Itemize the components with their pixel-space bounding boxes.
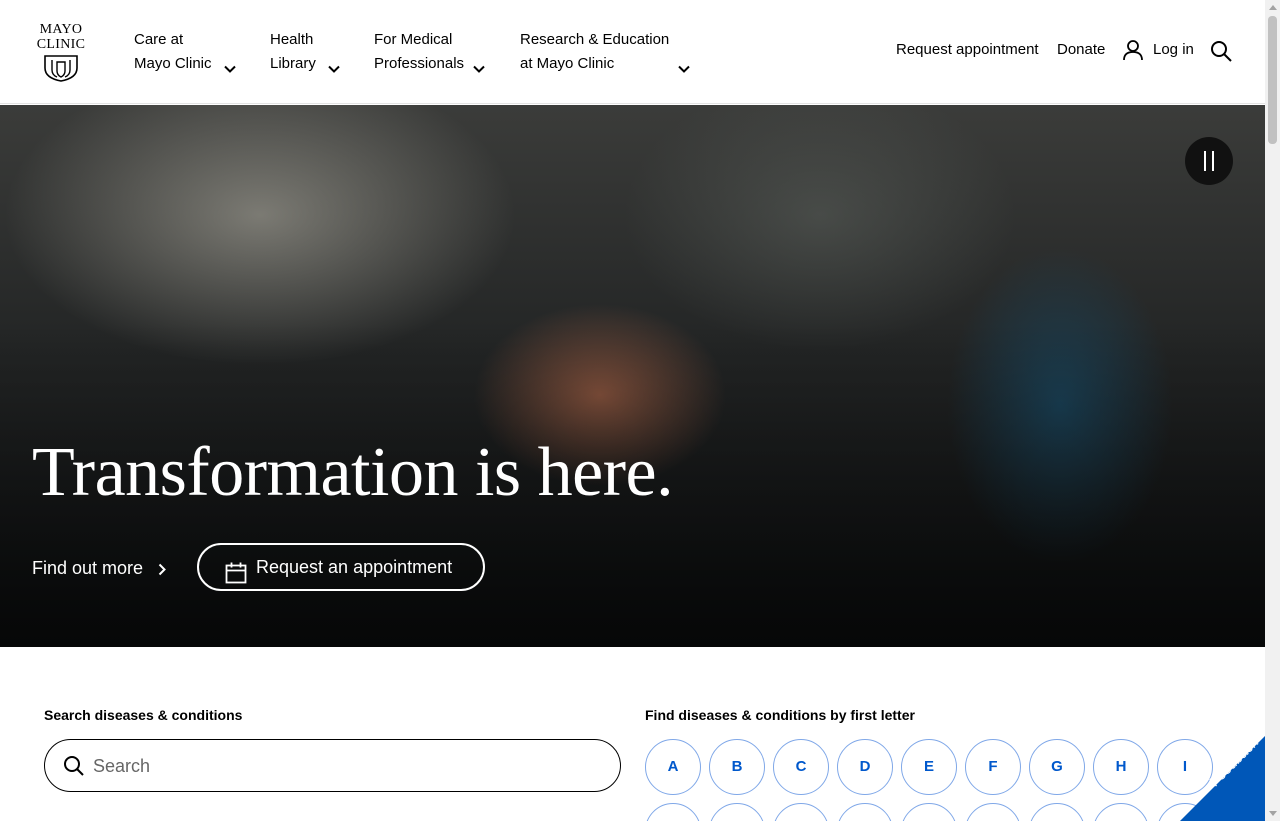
nav-for-medical-professionals[interactable]: For Medical Professionals (374, 28, 488, 76)
scrollbar-thumb[interactable] (1268, 16, 1277, 144)
find-out-more-link[interactable]: Find out more (32, 556, 166, 580)
nav-label-line1: Care at (134, 31, 184, 48)
chevron-down-icon (678, 65, 690, 73)
nav-label-line2: Professionals (374, 55, 465, 72)
hero-video: Transformation is here. Find out more Re… (0, 105, 1265, 647)
scroll-up-arrow-icon[interactable] (1269, 5, 1277, 10)
letter-button[interactable] (965, 803, 1021, 821)
chevron-right-icon (158, 563, 166, 575)
request-appointment-button[interactable]: Request an appointment (197, 543, 485, 591)
nav-health-library[interactable]: Health Library (270, 28, 342, 76)
letter-d-button[interactable]: D (837, 739, 893, 795)
hero-overlay (0, 105, 1265, 647)
logo-text-line1: MAYO (39, 22, 83, 37)
letter-button[interactable] (837, 803, 893, 821)
nav-label-line1: Health (270, 31, 314, 48)
pause-video-button[interactable] (1185, 137, 1233, 185)
letter-f-button[interactable]: F (965, 739, 1021, 795)
letter-button[interactable] (773, 803, 829, 821)
log-in-link[interactable]: Log in (1153, 38, 1194, 62)
feedback-tab[interactable]: Feedback (1180, 736, 1265, 821)
letter-button[interactable] (1029, 803, 1085, 821)
shield-logo-icon (44, 55, 78, 82)
hero-title: Transformation is here. (32, 434, 674, 511)
letter-button[interactable] (1093, 803, 1149, 821)
letter-button[interactable] (901, 803, 957, 821)
logo-text-line2: CLINIC (36, 37, 86, 52)
chevron-down-icon (473, 65, 485, 73)
find-out-more-label: Find out more (32, 558, 144, 578)
page-scrollbar[interactable] (1265, 0, 1280, 821)
nav-label-line1: For Medical (374, 31, 453, 48)
chevron-down-icon (224, 65, 236, 73)
letter-g-button[interactable]: G (1029, 739, 1085, 795)
nav-label-line1: Research & Education (520, 31, 670, 48)
request-appointment-link[interactable]: Request appointment (896, 38, 1039, 62)
donate-link[interactable]: Donate (1057, 38, 1105, 62)
nav-research-education[interactable]: Research & Education at Mayo Clinic (520, 28, 692, 76)
search-diseases-label: Search diseases & conditions (44, 707, 243, 723)
request-appointment-label: Request an appointment (256, 557, 453, 577)
letter-button[interactable] (645, 803, 701, 821)
search-icon (63, 755, 85, 782)
letter-h-button[interactable]: H (1093, 739, 1149, 795)
user-icon[interactable] (1122, 39, 1144, 66)
letter-e-button[interactable]: E (901, 739, 957, 795)
site-header: MAYO CLINIC Care at Mayo Clinic Health L… (0, 0, 1265, 104)
letters-label: Find diseases & conditions by first lett… (645, 707, 915, 723)
scroll-down-arrow-icon[interactable] (1269, 811, 1277, 816)
search-diseases-box[interactable] (44, 739, 621, 792)
letter-a-button[interactable]: A (645, 739, 701, 795)
calendar-icon (225, 556, 247, 600)
search-icon[interactable] (1210, 40, 1232, 67)
mayo-clinic-logo[interactable]: MAYO CLINIC (33, 22, 89, 82)
letter-b-button[interactable]: B (709, 739, 765, 795)
letter-button[interactable] (709, 803, 765, 821)
nav-label-line2: at Mayo Clinic (520, 55, 615, 72)
letter-c-button[interactable]: C (773, 739, 829, 795)
nav-label-line2: Mayo Clinic (134, 55, 212, 72)
search-diseases-input[interactable] (93, 750, 593, 782)
pause-icon-bar (1212, 151, 1214, 171)
chevron-down-icon (328, 65, 340, 73)
nav-care-at-mayo-clinic[interactable]: Care at Mayo Clinic (134, 28, 238, 76)
pause-icon-bar (1204, 151, 1206, 171)
